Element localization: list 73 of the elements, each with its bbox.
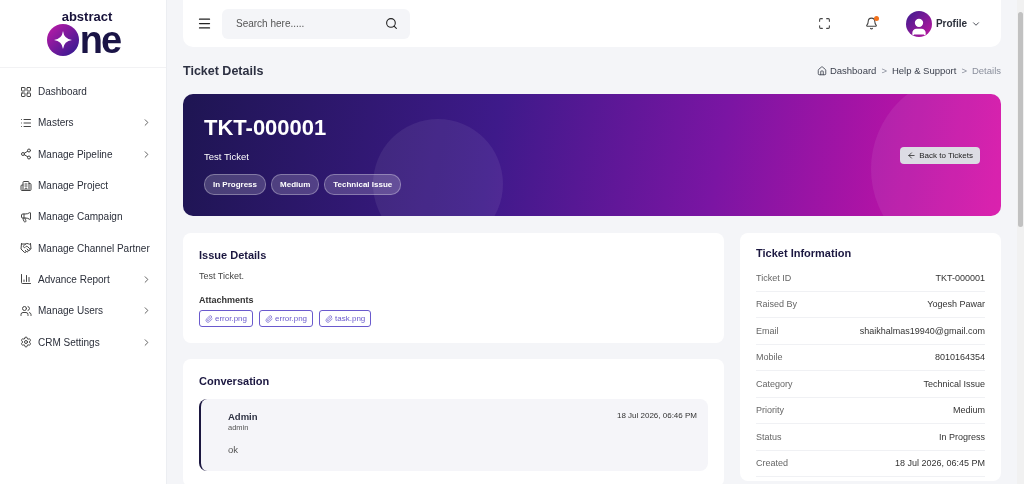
sidebar-item[interactable]: Manage Users [0,295,166,327]
nodes-icon [20,148,32,161]
sidebar-item[interactable]: Manage Channel Partner [0,232,166,264]
status-badge: In Progress [204,174,266,195]
card-title: Conversation [199,375,271,387]
sidebar-item[interactable]: Manage Project [0,169,166,202]
logo-star-circle-icon [45,23,80,57]
attachment-link[interactable]: error.png [259,310,314,327]
sidebar-item[interactable]: Manage Campaign [0,201,166,233]
info-value: Medium [953,405,985,416]
users-icon [20,304,32,317]
building-icon [20,179,32,192]
info-value: In Progress [938,431,985,442]
message-text: ok [228,444,240,455]
info-value: Technical Issue [923,378,985,389]
breadcrumb-separator: > [961,65,967,76]
sidebar-item[interactable]: Dashboard [0,76,166,108]
search-input[interactable]: Search here..... [234,17,385,30]
paperclip-icon [265,314,274,323]
fullscreen-button[interactable] [817,17,831,30]
search-field[interactable]: Search here..... [222,8,410,39]
info-value: 8010164354 [934,352,985,363]
attachment-link[interactable]: error.png [199,310,254,327]
info-label: Email [756,325,779,336]
settings-icon [20,336,32,348]
logo-text: ne [79,22,121,58]
ticket-subject: Test Ticket [204,151,250,162]
notification-button[interactable] [864,17,878,30]
arrow-left-icon [907,150,917,160]
ticket-id: TKT-000001 [204,115,328,141]
bar-chart-icon [20,273,32,286]
info-label: Ticket ID [756,272,792,283]
attachments-label: Attachments [199,295,255,305]
status-badge: Technical Issue [324,174,402,195]
sidebar-item[interactable]: Advance Report [0,263,166,296]
list-icon [20,116,32,129]
issue-description: Test Ticket. [199,271,245,281]
info-label: Category [756,378,793,389]
status-badge: Medium [271,174,320,195]
profile-button[interactable]: Profile [899,9,987,38]
breadcrumb-link[interactable]: Help & Support [891,65,957,76]
search-icon [385,17,398,30]
info-value: Yogesh Pawar [927,299,985,310]
scrollbar[interactable] [1017,0,1024,484]
card-title: Ticket Information [756,247,853,259]
grid-icon [20,85,32,98]
info-value: shaikhalmas19940@gmail.com [859,325,985,336]
info-label: Priority [756,405,784,416]
info-label: Created [756,458,789,469]
handshake-icon [20,242,32,255]
sidebar-item[interactable]: CRM Settings [0,326,166,358]
info-value: 18 Jul 2026, 06:45 PM [894,458,985,469]
menu-button[interactable] [197,16,212,31]
avatar-icon [905,10,932,37]
attachment-link[interactable]: task.png [319,310,372,327]
paperclip-icon [205,314,213,323]
message-author: Admin [228,411,258,422]
paperclip-icon [325,314,334,323]
card-title: Issue Details [199,249,268,261]
info-label: Raised By [756,299,798,310]
logo-text: abstract [61,9,113,23]
breadcrumb-link[interactable]: Dashboard [816,65,877,76]
info-label: Mobile [756,352,783,363]
info-value: TKT-000001 [935,272,985,283]
back-button[interactable]: Back to Tickets [900,146,980,164]
sidebar-item[interactable]: Manage Pipeline [0,138,166,170]
breadcrumb-separator: > [881,65,887,76]
sidebar-item[interactable]: Masters [0,107,166,139]
home-icon [816,65,827,76]
megaphone-icon [20,210,32,223]
page-title: Ticket Details [183,63,264,78]
info-label: Status [756,431,782,442]
message-time: 18 Jul 2026, 06:46 PM [616,411,697,422]
